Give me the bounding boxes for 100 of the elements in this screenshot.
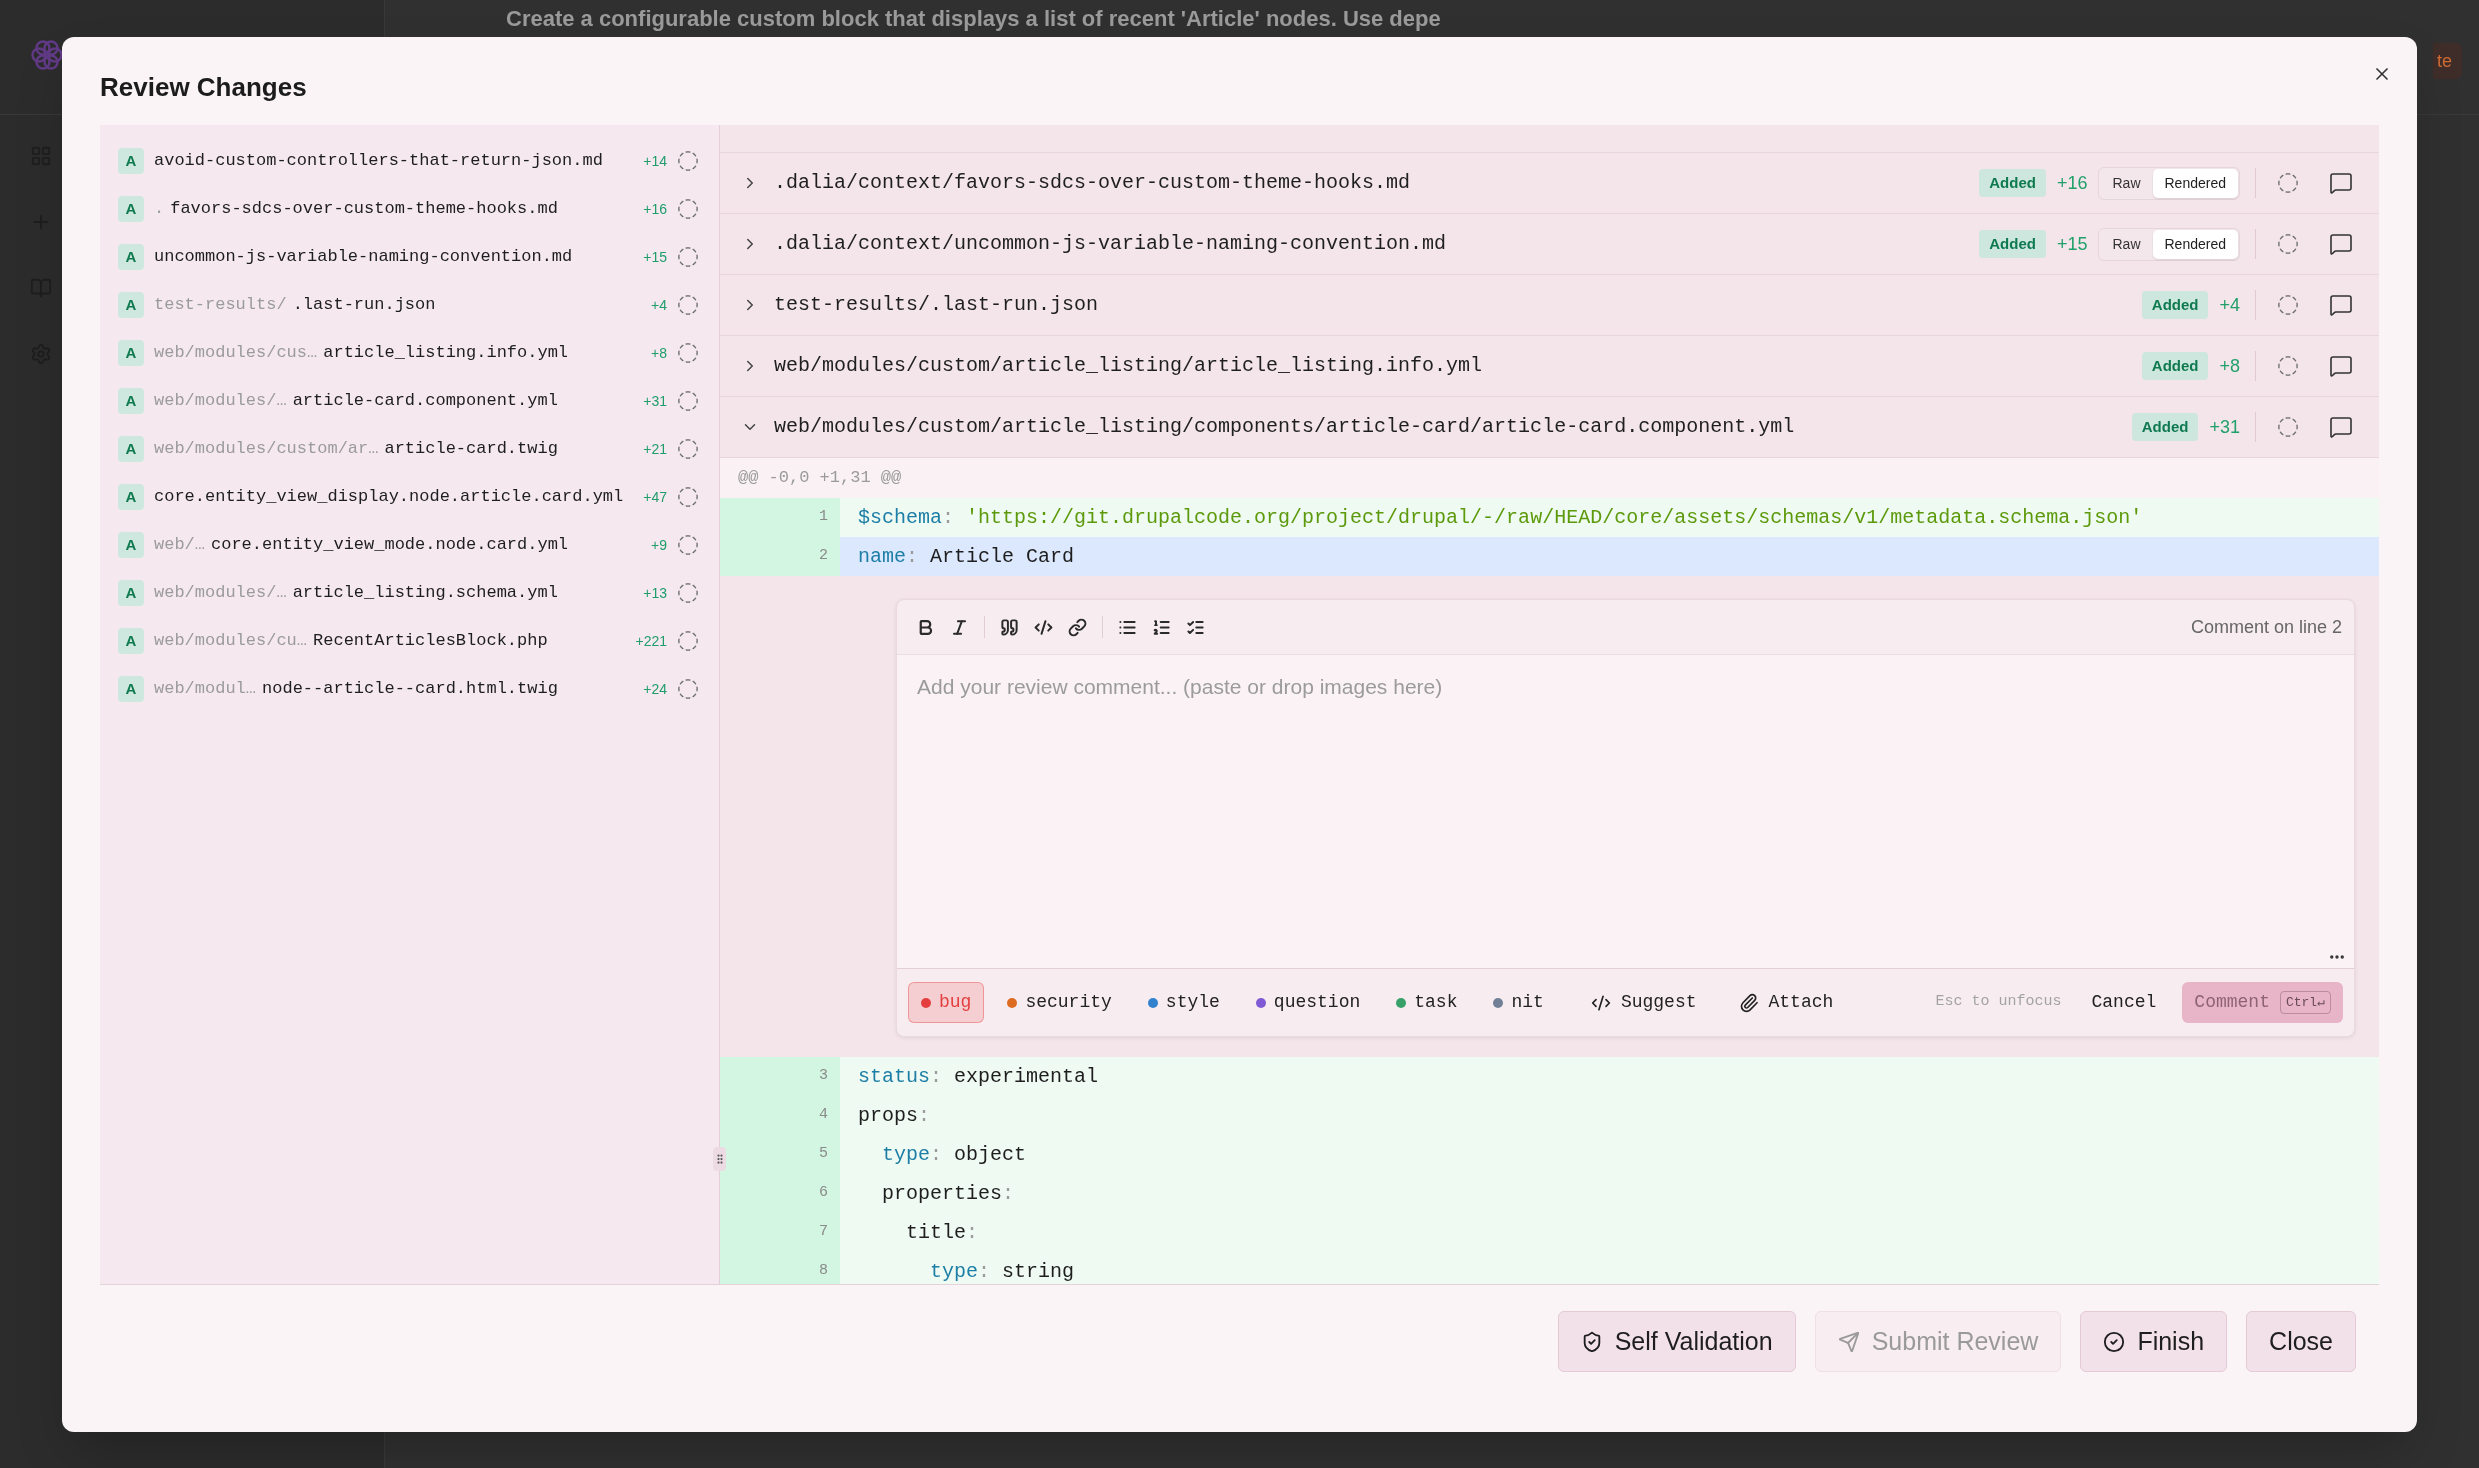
quote-icon[interactable] bbox=[1000, 617, 1019, 637]
comment-icon[interactable] bbox=[2329, 171, 2353, 195]
tag-option[interactable]: task bbox=[1383, 982, 1471, 1023]
cancel-button[interactable]: Cancel bbox=[2079, 982, 2169, 1023]
addition-count: +24 bbox=[643, 679, 667, 699]
file-name[interactable]: RecentArticlesBlock.php bbox=[313, 628, 548, 654]
file-name[interactable]: node--article--card.html.twig bbox=[262, 676, 558, 702]
resize-handle[interactable] bbox=[713, 1147, 726, 1171]
dashed-circle-icon[interactable] bbox=[2277, 294, 2299, 316]
addition-count: +8 bbox=[651, 343, 667, 363]
keyboard-hint: Esc to unfocus bbox=[1935, 992, 2062, 1013]
paperclip-icon bbox=[1738, 992, 1759, 1013]
dialog-button[interactable]: Self Validation bbox=[1557, 1311, 1796, 1372]
status-badge: A bbox=[118, 340, 144, 366]
status-badge: Added bbox=[2131, 413, 2199, 441]
dialog-button[interactable]: Close bbox=[2246, 1311, 2356, 1372]
hunk-header: @@ -0,0 +1,31 @@ bbox=[720, 458, 2379, 498]
dashed-circle-icon[interactable] bbox=[677, 198, 699, 220]
tag-option[interactable]: security bbox=[994, 982, 1125, 1023]
tag-option[interactable]: question bbox=[1242, 982, 1374, 1023]
file-path[interactable]: .dalia/context/favors-sdcs-over-custom-theme-hooks.md bbox=[774, 168, 1411, 198]
addition-count: +14 bbox=[643, 151, 667, 171]
file-name[interactable]: article-card.twig bbox=[384, 436, 558, 462]
numbered-list-icon[interactable] bbox=[1152, 617, 1171, 637]
comment-icon[interactable] bbox=[2329, 415, 2353, 439]
suggest-button[interactable]: Suggest bbox=[1582, 982, 1705, 1023]
send-icon bbox=[1837, 1330, 1860, 1353]
file-name[interactable]: article_listing.schema.yml bbox=[292, 580, 558, 606]
view-mode-option[interactable]: Raw bbox=[2100, 229, 2153, 259]
addition-count: +31 bbox=[643, 391, 667, 411]
line-number: 3 bbox=[720, 1057, 840, 1096]
file-path[interactable]: web/modules/custom/article_listing/article_listing.info.yml bbox=[774, 351, 1483, 381]
status-badge: A bbox=[118, 484, 144, 510]
shortcut-hint: Ctrl↵ bbox=[2279, 990, 2331, 1015]
status-badge: A bbox=[118, 580, 144, 606]
file-name[interactable]: core.entity_view_mode.node.card.yml bbox=[211, 532, 569, 558]
status-badge: A bbox=[118, 244, 144, 270]
dashed-circle-icon[interactable] bbox=[2277, 172, 2299, 194]
dashed-circle-icon[interactable] bbox=[677, 582, 699, 604]
file-name[interactable]: favors-sdcs-over-custom-theme-hooks.md bbox=[170, 196, 558, 222]
line-number: 2 bbox=[720, 537, 840, 576]
file-name[interactable]: avoid-custom-controllers-that-return-json.md bbox=[154, 148, 603, 174]
addition-count: +16 bbox=[643, 199, 667, 219]
view-mode-option[interactable]: Rendered bbox=[2152, 229, 2238, 259]
dialog-button[interactable]: Finish bbox=[2080, 1311, 2228, 1372]
dashed-circle-icon[interactable] bbox=[677, 390, 699, 412]
addition-count: +221 bbox=[635, 631, 667, 651]
dashed-circle-icon[interactable] bbox=[677, 438, 699, 460]
check-circle-icon bbox=[2103, 1330, 2126, 1353]
comment-icon[interactable] bbox=[2329, 354, 2353, 378]
italic-icon[interactable] bbox=[950, 617, 969, 637]
dashed-circle-icon[interactable] bbox=[677, 534, 699, 556]
dashed-circle-icon[interactable] bbox=[677, 486, 699, 508]
file-name[interactable]: article_listing.info.yml bbox=[323, 340, 569, 366]
file-name[interactable]: article-card.component.yml bbox=[292, 388, 558, 414]
dashed-circle-icon[interactable] bbox=[2277, 233, 2299, 255]
status-badge: Added bbox=[2141, 291, 2209, 319]
line-number: 6 bbox=[720, 1174, 840, 1213]
dashed-circle-icon[interactable] bbox=[677, 294, 699, 316]
file-path[interactable]: .dalia/context/uncommon-js-variable-naming-convention.md bbox=[774, 229, 1447, 259]
status-badge: A bbox=[118, 388, 144, 414]
status-badge: A bbox=[118, 148, 144, 174]
action-button[interactable]: te bbox=[2433, 43, 2462, 79]
status-badge: A bbox=[118, 292, 144, 318]
dashed-circle-icon[interactable] bbox=[677, 246, 699, 268]
dashed-circle-icon[interactable] bbox=[2277, 355, 2299, 377]
file-name[interactable]: core.entity_view_display.node.article.card.yml bbox=[154, 484, 624, 510]
comment-target: Comment on line 2 bbox=[2190, 615, 2342, 639]
logo-icon[interactable] bbox=[31, 39, 63, 71]
file-name[interactable]: .last-run.json bbox=[292, 292, 436, 318]
file-path[interactable]: test-results/.last-run.json bbox=[774, 290, 1099, 320]
dashed-circle-icon[interactable] bbox=[677, 150, 699, 172]
attach-button[interactable]: Attach bbox=[1730, 982, 1842, 1023]
dashed-circle-icon[interactable] bbox=[2277, 416, 2299, 438]
addition-count: +13 bbox=[643, 583, 667, 603]
line-number: 4 bbox=[720, 1096, 840, 1135]
view-mode-option[interactable]: Rendered bbox=[2152, 168, 2238, 198]
tag-option[interactable]: nit bbox=[1480, 982, 1557, 1023]
dashed-circle-icon[interactable] bbox=[677, 630, 699, 652]
line-number: 8 bbox=[720, 1252, 840, 1284]
addition-count: +21 bbox=[643, 439, 667, 459]
comment-icon[interactable] bbox=[2329, 232, 2353, 256]
file-path[interactable]: web/modules/custom/article_listing/components/article-card/article-card.component.yml bbox=[774, 412, 1795, 442]
addition-count: +31 bbox=[2209, 415, 2240, 439]
file-name[interactable]: uncommon-js-variable-naming-convention.md bbox=[154, 244, 573, 270]
code-icon[interactable] bbox=[1034, 617, 1053, 637]
tag-option[interactable]: style bbox=[1134, 982, 1233, 1023]
addition-count: +47 bbox=[643, 487, 667, 507]
dashed-circle-icon[interactable] bbox=[677, 342, 699, 364]
status-badge: A bbox=[118, 196, 144, 222]
link-icon[interactable] bbox=[1068, 617, 1087, 637]
comment-input[interactable]: Add your review comment... (paste or drop images here) bbox=[897, 655, 2354, 968]
addition-count: +8 bbox=[2219, 354, 2240, 378]
comment-icon[interactable] bbox=[2329, 293, 2353, 317]
status-badge: Added bbox=[2141, 352, 2209, 380]
addition-count: +4 bbox=[651, 295, 667, 315]
dashed-circle-icon[interactable] bbox=[677, 678, 699, 700]
status-badge: A bbox=[118, 628, 144, 654]
view-mode-option[interactable]: Raw bbox=[2100, 168, 2153, 198]
addition-count: +9 bbox=[651, 535, 667, 555]
